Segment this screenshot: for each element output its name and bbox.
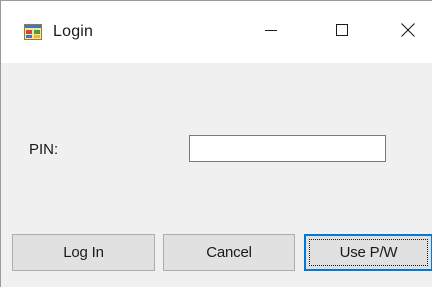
cancel-button[interactable]: Cancel bbox=[163, 234, 295, 271]
close-icon bbox=[401, 22, 415, 42]
login-button[interactable]: Log In bbox=[12, 234, 155, 271]
cancel-button-label: Cancel bbox=[206, 244, 252, 261]
maximize-icon bbox=[336, 23, 348, 41]
pin-label: PIN: bbox=[29, 141, 59, 158]
app-window-icon bbox=[24, 24, 42, 40]
minimize-button[interactable] bbox=[248, 13, 294, 51]
use-password-button[interactable]: Use P/W bbox=[304, 234, 432, 271]
use-password-button-label: Use P/W bbox=[339, 244, 398, 261]
login-button-label: Log In bbox=[63, 244, 104, 261]
pin-input[interactable] bbox=[189, 135, 386, 162]
maximize-button[interactable] bbox=[319, 13, 365, 51]
minimize-icon bbox=[265, 23, 277, 41]
window-title: Login bbox=[53, 23, 94, 40]
close-button[interactable] bbox=[385, 13, 431, 51]
login-window: Login PIN: Log In Cancel Use P/W bbox=[0, 0, 432, 287]
title-bar[interactable]: Login bbox=[1, 1, 432, 63]
